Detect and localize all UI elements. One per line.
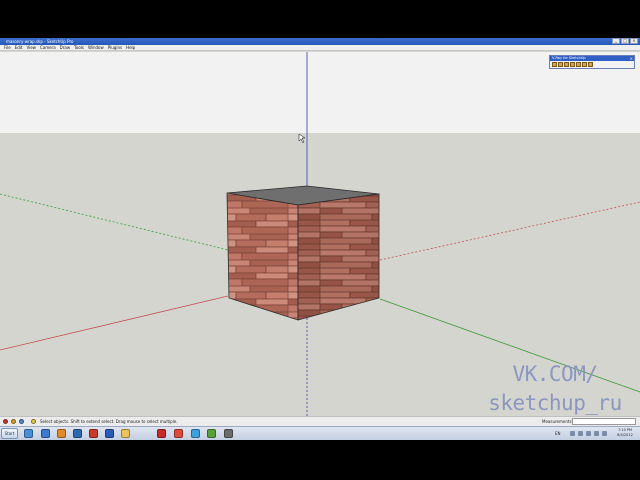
menu-file[interactable]: File bbox=[2, 45, 13, 50]
start-button[interactable]: Start bbox=[1, 428, 18, 439]
vray-toolbar-label: V-Ray for SketchUp bbox=[552, 56, 586, 60]
language-indicator[interactable]: EN bbox=[555, 427, 561, 440]
menu-camera[interactable]: Camera bbox=[38, 45, 58, 50]
vray-materials-icon[interactable] bbox=[564, 62, 569, 67]
user-icon[interactable] bbox=[19, 419, 24, 424]
vray-toolbar-title[interactable]: V-Ray for SketchUp × bbox=[550, 56, 634, 61]
chrome-icon[interactable] bbox=[174, 429, 183, 438]
vray-render-icon[interactable] bbox=[558, 62, 563, 67]
tray-flag-icon[interactable] bbox=[586, 431, 591, 436]
status-help-text: Select objects. Shift to extend select. … bbox=[40, 419, 178, 424]
window-controls: _ □ × bbox=[612, 38, 638, 45]
maximize-button[interactable]: □ bbox=[621, 38, 629, 44]
help-icon[interactable] bbox=[31, 419, 36, 424]
firefox-icon[interactable] bbox=[57, 429, 66, 438]
folder-icon[interactable] bbox=[121, 429, 130, 438]
torrent-icon[interactable] bbox=[207, 429, 216, 438]
skype-icon[interactable] bbox=[191, 429, 200, 438]
minimize-button[interactable]: _ bbox=[612, 38, 620, 44]
menu-tools[interactable]: Tools bbox=[72, 45, 86, 50]
menu-window[interactable]: Window bbox=[86, 45, 106, 50]
vray-options-icon[interactable] bbox=[552, 62, 557, 67]
geo-location-icon[interactable] bbox=[3, 419, 8, 424]
word-icon[interactable] bbox=[105, 429, 114, 438]
cube-left-face[interactable] bbox=[226, 192, 299, 321]
close-icon[interactable]: × bbox=[630, 56, 633, 61]
watermark-line-1: VK.COM/ bbox=[512, 362, 598, 386]
filezilla-icon[interactable] bbox=[157, 429, 166, 438]
window-title: masonry-wrap.skp - SketchUp Pro bbox=[6, 39, 74, 44]
watermark-line-2: sketchup_ru bbox=[488, 391, 622, 415]
tray-network-icon[interactable] bbox=[570, 431, 575, 436]
app-icon[interactable] bbox=[224, 429, 233, 438]
media-icon[interactable] bbox=[73, 429, 82, 438]
vray-frame-buffer-icon[interactable] bbox=[570, 62, 575, 67]
sketchup-icon[interactable] bbox=[89, 429, 98, 438]
vray-toolbar[interactable]: V-Ray for SketchUp × bbox=[549, 55, 635, 69]
vray-plane-icon[interactable] bbox=[588, 62, 593, 67]
tray-security-icon[interactable] bbox=[602, 431, 607, 436]
title-bar[interactable]: masonry-wrap.skp - SketchUp Pro _ □ × bbox=[0, 38, 640, 45]
close-button[interactable]: × bbox=[630, 38, 638, 44]
explorer-icon[interactable] bbox=[24, 429, 33, 438]
menu-help[interactable]: Help bbox=[124, 45, 137, 50]
menu-edit[interactable]: Edit bbox=[13, 45, 25, 50]
menu-draw[interactable]: Draw bbox=[58, 45, 72, 50]
vray-sphere-icon[interactable] bbox=[582, 62, 587, 67]
cube-right-shade bbox=[298, 194, 379, 320]
clock[interactable]: 7:10 PM 6/4/2012 bbox=[612, 428, 638, 438]
ie-icon[interactable] bbox=[41, 429, 50, 438]
menu-bar: File Edit View Camera Draw Tools Window … bbox=[0, 45, 640, 51]
screen: masonry-wrap.skp - SketchUp Pro _ □ × Fi… bbox=[0, 38, 640, 440]
watermark: VK.COM/ sketchup_ru bbox=[480, 360, 630, 418]
measurements-input[interactable] bbox=[572, 418, 636, 425]
menu-plugins[interactable]: Plugins bbox=[106, 45, 124, 50]
tray-volume-icon[interactable] bbox=[578, 431, 583, 436]
clock-date: 6/4/2012 bbox=[617, 433, 633, 437]
sky bbox=[0, 52, 640, 133]
menu-view[interactable]: View bbox=[24, 45, 38, 50]
credits-icon[interactable] bbox=[11, 419, 16, 424]
vray-tools bbox=[550, 61, 634, 68]
tray-power-icon[interactable] bbox=[594, 431, 599, 436]
measurements-label: Measurements bbox=[542, 419, 572, 424]
status-bar: Select objects. Shift to extend select. … bbox=[0, 416, 640, 426]
vray-light-icon[interactable] bbox=[576, 62, 581, 67]
taskbar: Start EN 7:10 PM 6/4/2012 bbox=[0, 426, 640, 440]
